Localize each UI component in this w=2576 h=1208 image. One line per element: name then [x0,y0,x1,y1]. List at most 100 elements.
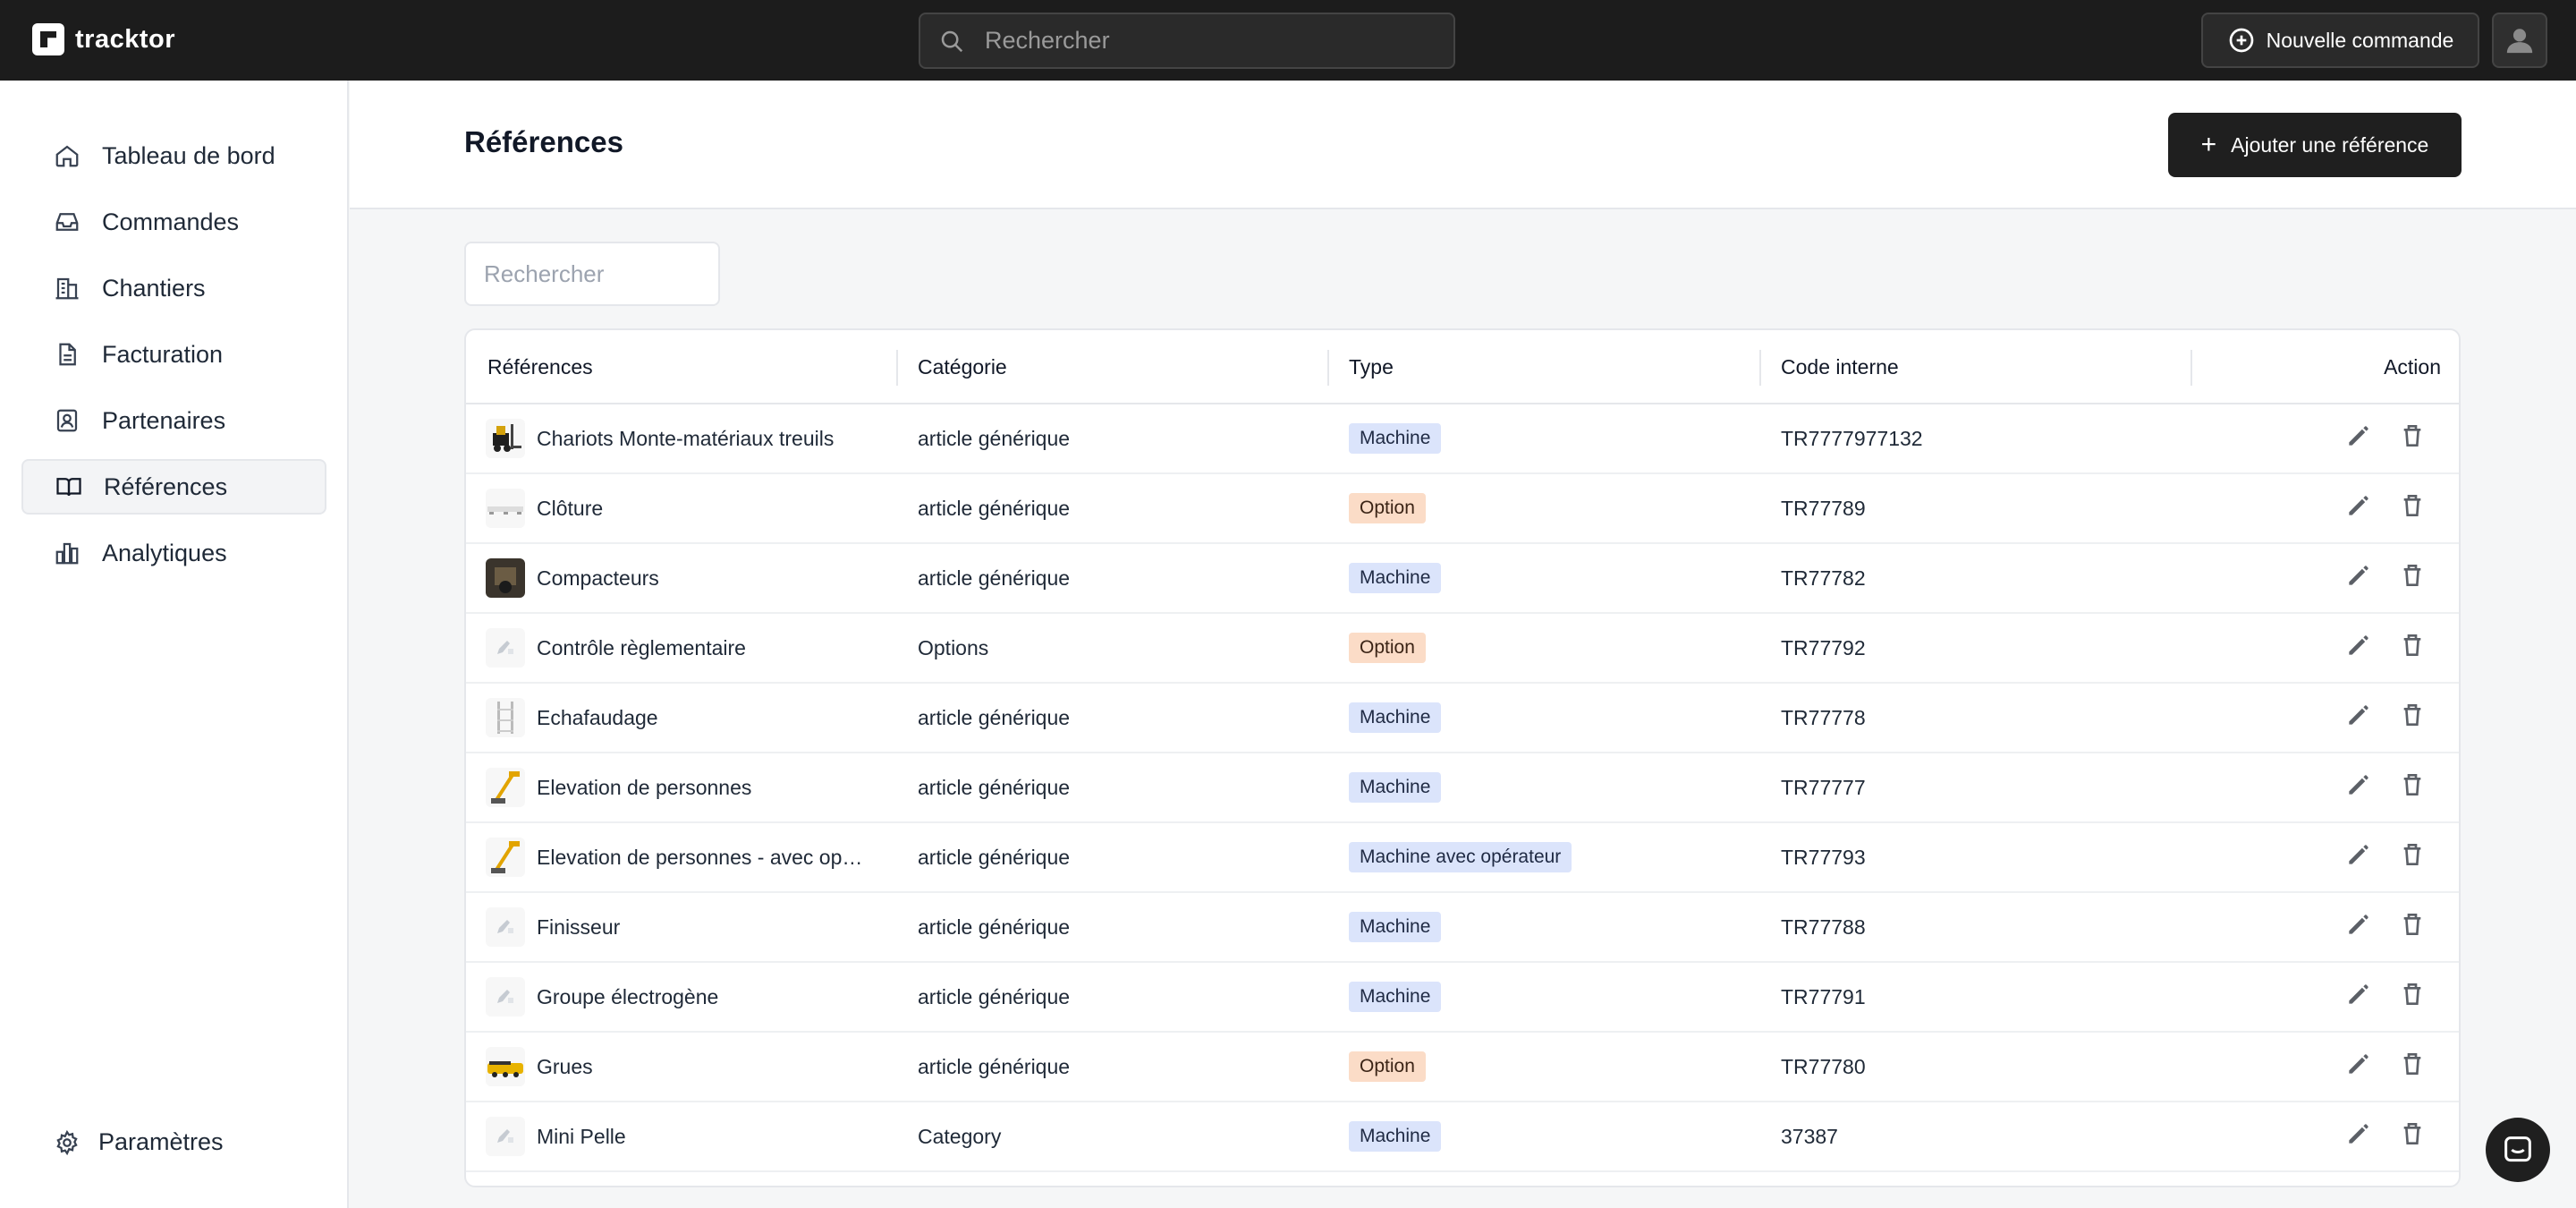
category-text: Category [918,1124,1002,1148]
edit-icon [2349,1124,2368,1144]
cell-category: article générique [918,893,1070,961]
delete-button[interactable] [2398,631,2427,665]
row-actions [2344,823,2427,891]
cell-reference[interactable]: Contrôle règlementaire [486,614,746,682]
trash-icon [2403,565,2421,586]
sidebar-item-dashboard[interactable]: Tableau de bord [21,128,326,183]
cell-internal-code: TR77782 [1781,544,1866,612]
cell-reference[interactable]: Chariots Monte-matériaux treuils [486,404,834,472]
chart-icon [55,542,79,565]
table-header: Références Catégorie Type Code interne A… [466,330,2459,404]
cell-internal-code: TR77792 [1781,614,1866,682]
cell-reference[interactable]: Clôture [486,474,603,542]
reference-search-input[interactable]: Rechercher [464,242,720,306]
edit-button[interactable] [2344,491,2373,525]
internal-code-text: TR77782 [1781,566,1866,590]
delete-button[interactable] [2398,910,2427,944]
delete-button[interactable] [2398,840,2427,874]
category-text: Options [918,635,989,659]
table-row[interactable]: Echafaudage article générique Machine TR777… [466,684,2459,753]
reference-thumbnail [486,1117,525,1156]
trash-icon [2403,983,2421,1005]
edit-button[interactable] [2344,770,2373,804]
sidebar-item-billing[interactable]: Facturation [21,327,326,382]
column-header-type[interactable]: Type [1327,330,1757,404]
table-row[interactable]: Finisseur article générique Machine TR77788 [466,893,2459,963]
sidebar-item-orders[interactable]: Commandes [21,194,326,250]
fence-thumbnail-icon [487,506,523,515]
cell-reference[interactable]: Mini Pelle [486,1102,626,1170]
cell-reference[interactable]: Elevation de personnes [486,753,751,821]
cell-reference[interactable]: Groupe électrogène [486,963,718,1031]
plus-icon: + [2200,130,2217,159]
delete-button[interactable] [2398,701,2427,735]
search-placeholder: Rechercher [484,259,605,287]
cell-reference[interactable]: Compacteurs [486,544,659,612]
user-icon [2506,29,2533,54]
type-badge: Machine [1349,772,1442,803]
delete-button[interactable] [2398,491,2427,525]
type-badge: Machine [1349,912,1442,942]
edit-button[interactable] [2344,421,2373,455]
delete-button[interactable] [2398,1119,2427,1153]
delete-button[interactable] [2398,421,2427,455]
cell-internal-code: TR77789 [1781,474,1866,542]
chat-help-button[interactable] [2486,1118,2550,1182]
column-header-category[interactable]: Catégorie [896,330,1326,404]
cell-reference[interactable]: Grues [486,1033,593,1101]
cell-internal-code: 37387 [1781,1102,1838,1170]
edit-icon [2349,566,2368,585]
table-row[interactable]: Groupe électrogène article générique Machi… [466,963,2459,1033]
sidebar-item-settings[interactable]: Paramètres [54,1128,224,1156]
cell-reference[interactable]: Echafaudage [486,684,658,752]
table-row[interactable]: Grues article générique Option TR77780 [466,1033,2459,1102]
reference-thumbnail [486,768,525,807]
edit-button[interactable] [2344,701,2373,735]
cell-internal-code: TR77780 [1781,1033,1866,1101]
internal-code-text: TR77792 [1781,635,1866,659]
delete-button[interactable] [2398,561,2427,595]
new-order-button[interactable]: Nouvelle commande [2201,13,2479,68]
edit-button[interactable] [2344,631,2373,665]
type-badge: Option [1349,633,1426,663]
reference-name: Echafaudage [537,705,658,729]
row-actions [2344,753,2427,821]
user-avatar-button[interactable] [2492,13,2547,68]
sidebar-item-sites[interactable]: Chantiers [21,260,326,316]
table-row[interactable]: Contrôle règlementaire Options Option TR777… [466,614,2459,684]
add-reference-button[interactable]: + Ajouter une référence [2168,113,2462,177]
delete-button[interactable] [2398,1050,2427,1084]
edit-icon [2349,915,2368,934]
edit-button[interactable] [2344,1050,2373,1084]
table-row[interactable]: Clôture article générique Option TR77789 [466,474,2459,544]
table-row[interactable]: Chariots Monte-matériaux treuils article … [466,404,2459,474]
table-row[interactable]: Mini Pelle Category Machine 37387 [466,1102,2459,1172]
search-placeholder: Rechercher [985,27,1110,54]
global-search-input[interactable]: Rechercher [919,13,1455,69]
edit-button[interactable] [2344,910,2373,944]
edit-icon [2349,984,2368,1004]
sidebar-item-references[interactable]: Références [21,459,326,515]
sidebar-item-partners[interactable]: Partenaires [21,393,326,448]
edit-button[interactable] [2344,840,2373,874]
delete-button[interactable] [2398,770,2427,804]
column-header-references[interactable]: Références [487,330,593,404]
column-header-label: Type [1349,355,1394,379]
table-body: Chariots Monte-matériaux treuils article … [466,404,2459,1172]
column-header-label: Code interne [1781,355,1899,379]
cell-reference[interactable]: Elevation de personnes - avec opérateur [486,823,869,891]
edit-button[interactable] [2344,980,2373,1014]
edit-icon [2349,1054,2368,1074]
table-row[interactable]: Compacteurs article générique Machine TR777… [466,544,2459,614]
edit-button[interactable] [2344,561,2373,595]
delete-button[interactable] [2398,980,2427,1014]
cell-reference[interactable]: Finisseur [486,893,620,961]
brand[interactable]: tracktor [32,23,175,55]
sidebar-item-analytics[interactable]: Analytiques [21,525,326,581]
column-header-internal-code[interactable]: Code interne [1759,330,2189,404]
edit-button[interactable] [2344,1119,2373,1153]
table-row[interactable]: Elevation de personnes - avec opérateur a… [466,823,2459,893]
category-text: article générique [918,1054,1071,1078]
internal-code-text: TR7777977132 [1781,426,1923,450]
table-row[interactable]: Elevation de personnes article générique M… [466,753,2459,823]
